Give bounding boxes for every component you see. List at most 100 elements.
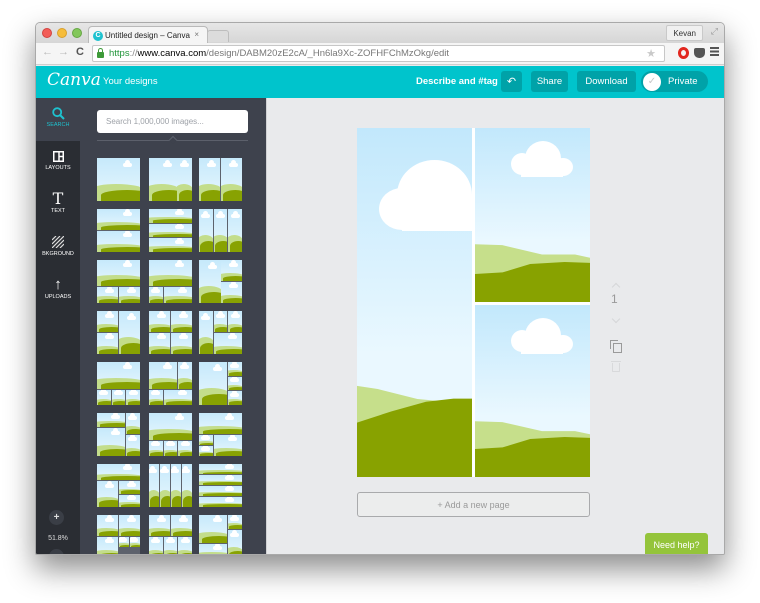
- undo-button[interactable]: ↶: [501, 71, 522, 92]
- cloud: [105, 332, 115, 340]
- sidebar-item-background[interactable]: BKGROUND: [36, 227, 80, 270]
- cloud: [201, 313, 211, 321]
- layout-thumbnail[interactable]: [199, 311, 242, 354]
- forward-icon[interactable]: →: [58, 46, 69, 58]
- layout-thumbnail[interactable]: [149, 158, 192, 201]
- maximize-window-button[interactable]: [72, 28, 82, 38]
- browser-menu-icon[interactable]: [710, 47, 719, 56]
- your-designs-link[interactable]: Your designs: [103, 76, 158, 87]
- cloud: [180, 160, 190, 168]
- layout-thumbnail[interactable]: [97, 413, 140, 456]
- layout-thumbnail[interactable]: [199, 413, 242, 456]
- layout-cell: [170, 311, 192, 333]
- cloud: [123, 230, 133, 238]
- hill-dark: [200, 453, 213, 456]
- tab-bar: C Untitled design – Canva × Kevan ⤢: [36, 23, 724, 44]
- hill-dark: [151, 326, 171, 333]
- bookmark-star-icon[interactable]: ★: [646, 47, 656, 60]
- layout-cell: [177, 158, 192, 201]
- share-button[interactable]: Share: [531, 71, 568, 92]
- minimize-window-button[interactable]: [57, 28, 67, 38]
- cloud: [182, 466, 191, 474]
- cloud: [127, 515, 137, 522]
- add-new-page-button[interactable]: + Add a new page: [357, 492, 590, 517]
- layout-thumbnail[interactable]: [149, 464, 192, 507]
- image-search-input[interactable]: [97, 110, 248, 133]
- download-button[interactable]: Download: [577, 71, 636, 92]
- image-frame-left[interactable]: [357, 128, 472, 477]
- hill-dark: [179, 552, 192, 554]
- layout-thumbnail[interactable]: [97, 209, 140, 252]
- sidebar-item-label: BKGROUND: [42, 251, 74, 257]
- layout-cell: [227, 362, 242, 376]
- cloud: [521, 339, 563, 354]
- duplicate-page-icon[interactable]: [610, 340, 622, 353]
- hill-dark: [99, 423, 125, 427]
- layout-thumbnail[interactable]: [97, 464, 140, 507]
- cloud: [105, 286, 115, 293]
- layout-thumbnail[interactable]: [199, 209, 242, 252]
- image-frame-top-right[interactable]: [475, 128, 590, 302]
- zoom-out-button[interactable]: −: [49, 549, 64, 554]
- layout-thumbnail[interactable]: [199, 464, 242, 507]
- hill-dark: [99, 348, 119, 354]
- layout-thumbnail[interactable]: [149, 515, 192, 554]
- layout-thumbnail[interactable]: [97, 311, 140, 354]
- back-icon[interactable]: ←: [42, 46, 53, 58]
- hill-dark: [121, 503, 140, 507]
- cloud: [171, 466, 180, 474]
- reload-icon[interactable]: C: [76, 46, 84, 58]
- hill-dark: [121, 342, 140, 354]
- layout-thumbnail[interactable]: [149, 209, 192, 252]
- canva-logo[interactable]: Canva: [47, 70, 101, 90]
- fullscreen-icon[interactable]: ⤢: [711, 26, 718, 37]
- sidebar-item-layouts[interactable]: LAYOUTS: [36, 141, 80, 184]
- hill-dark: [121, 298, 140, 303]
- layout-cell: [163, 440, 178, 456]
- cloud: [230, 391, 240, 397]
- layout-cell: [118, 536, 130, 548]
- sidebar-item-uploads[interactable]: ↑ UPLOADS: [36, 270, 80, 313]
- layout-thumbnail[interactable]: [97, 515, 140, 554]
- describe-and-tag-link[interactable]: Describe and #tag: [416, 76, 498, 87]
- layout-cell: [213, 311, 228, 333]
- layout-thumbnail[interactable]: [199, 260, 242, 303]
- layout-thumbnail[interactable]: [199, 515, 242, 554]
- cloud: [229, 160, 239, 168]
- layout-thumbnail[interactable]: [149, 413, 192, 456]
- layout-cell: [149, 286, 163, 303]
- browser-tab[interactable]: C Untitled design – Canva ×: [88, 26, 208, 44]
- layout-cell: [221, 281, 242, 303]
- move-page-down-icon[interactable]: [611, 314, 621, 324]
- layout-cell: [97, 311, 119, 333]
- close-window-button[interactable]: [42, 28, 52, 38]
- hill-dark: [229, 372, 242, 376]
- cloud: [225, 485, 235, 492]
- tab-close-icon[interactable]: ×: [194, 30, 199, 39]
- hill-dark: [150, 552, 163, 554]
- layout-thumbnail[interactable]: [149, 311, 192, 354]
- image-frame-bottom-right[interactable]: [475, 305, 590, 477]
- move-page-up-icon[interactable]: [611, 282, 621, 292]
- sidebar-item-text[interactable]: T TEXT: [36, 184, 80, 227]
- layout-thumbnail[interactable]: [199, 158, 242, 201]
- need-help-button[interactable]: Need help?: [645, 533, 708, 554]
- layout-thumbnail[interactable]: [97, 362, 140, 405]
- profile-button[interactable]: Kevan: [666, 25, 703, 41]
- pocket-extension-icon[interactable]: [694, 48, 705, 58]
- sidebar-item-search[interactable]: SEARCH: [36, 98, 80, 141]
- layout-thumbnail[interactable]: [149, 362, 192, 405]
- layout-thumbnail[interactable]: [199, 362, 242, 405]
- privacy-toggle[interactable]: ✓ Private: [641, 71, 708, 92]
- address-bar[interactable]: https :// www.canva.com /design/DABM20zE…: [92, 45, 665, 62]
- new-tab-button[interactable]: [207, 30, 229, 42]
- layout-thumbnail[interactable]: [149, 260, 192, 303]
- design-page[interactable]: [357, 128, 590, 477]
- cloud: [118, 536, 128, 543]
- layout-thumbnail[interactable]: [97, 158, 140, 201]
- delete-page-icon[interactable]: [611, 361, 621, 372]
- layout-thumbnail[interactable]: [97, 260, 140, 303]
- layout-cell: [97, 481, 119, 507]
- opera-extension-icon[interactable]: [678, 47, 689, 59]
- zoom-in-button[interactable]: +: [49, 510, 64, 525]
